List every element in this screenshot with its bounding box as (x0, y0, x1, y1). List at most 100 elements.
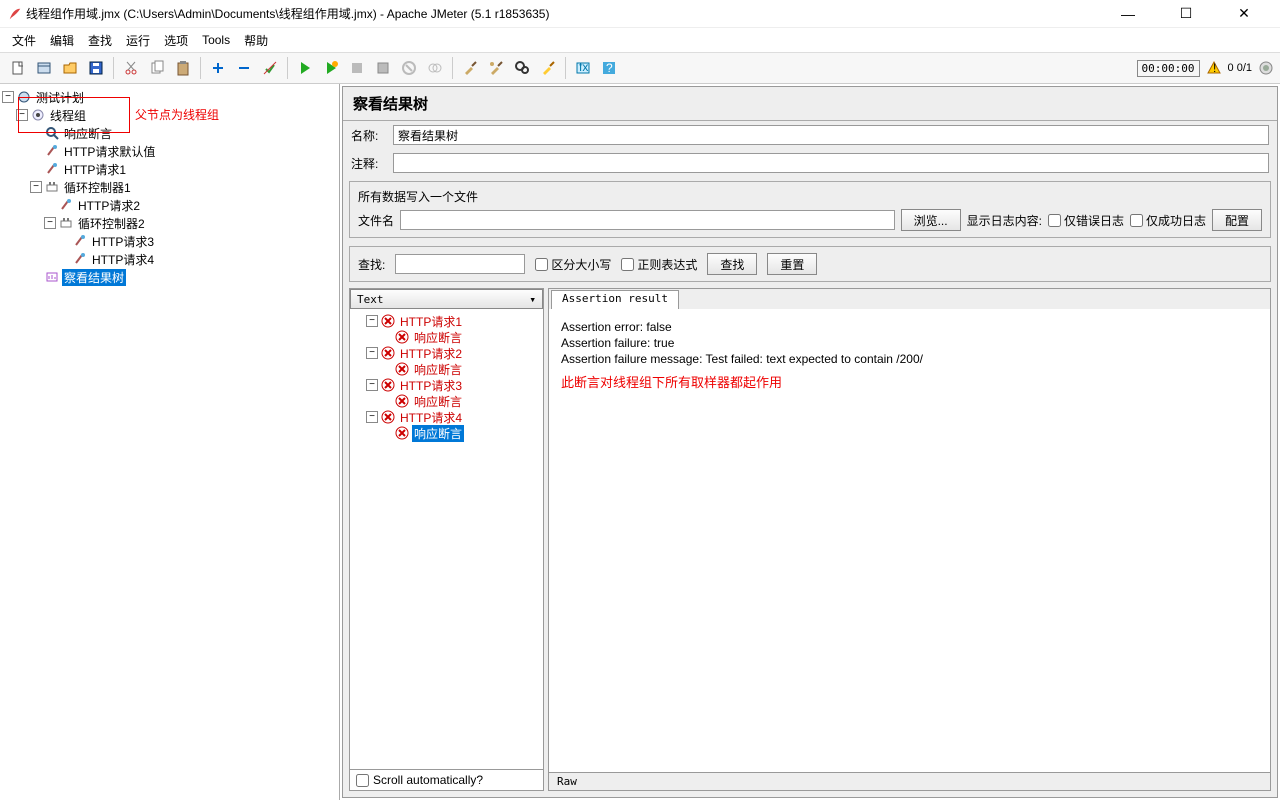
find-button[interactable]: 查找 (707, 253, 757, 275)
test-plan-tree[interactable]: 父节点为线程组 − 测试计划 − 线程组 响应断言 HTTP请求默认 (0, 84, 340, 800)
search-label: 查找: (358, 256, 385, 273)
save-icon[interactable] (84, 56, 108, 80)
collapse-icon[interactable]: − (366, 315, 378, 327)
search-input[interactable] (395, 254, 525, 274)
listener-panel: 察看结果树 名称: 注释: 所有数据写入一个文件 文件名 浏览... 显示日志内… (342, 86, 1278, 798)
copy-icon[interactable] (145, 56, 169, 80)
collapse-icon[interactable]: − (30, 181, 42, 193)
raw-tab[interactable]: Raw (549, 772, 1270, 790)
clear-icon[interactable] (397, 56, 421, 80)
name-label: 名称: (351, 127, 387, 144)
browse-button[interactable]: 浏览... (901, 209, 961, 231)
comment-input[interactable] (393, 153, 1269, 173)
result-sample[interactable]: −HTTP请求2 (352, 345, 541, 361)
menu-tools[interactable]: Tools (196, 31, 236, 49)
error-icon (380, 409, 396, 425)
tab-assertion-result[interactable]: Assertion result (551, 290, 679, 309)
name-input[interactable] (393, 125, 1269, 145)
stop-icon[interactable] (345, 56, 369, 80)
tree-loop-controller-2[interactable]: − 循环控制器2 (2, 214, 337, 232)
fieldset-legend: 所有数据写入一个文件 (358, 188, 1262, 205)
start-icon[interactable] (293, 56, 317, 80)
result-assertion[interactable]: 响应断言 (352, 361, 541, 377)
filename-input[interactable] (400, 210, 895, 230)
window-title: 线程组作用域.jmx (C:\Users\Admin\Documents\线程组… (26, 5, 1108, 22)
tree-http-defaults[interactable]: HTTP请求默认值 (2, 142, 337, 160)
search-bar: 查找: 区分大小写 正则表达式 查找 重置 (349, 246, 1271, 282)
auto-scroll-checkbox[interactable]: Scroll automatically? (350, 769, 543, 790)
assertion-line: Assertion error: false (561, 319, 1258, 335)
search-icon[interactable] (510, 56, 534, 80)
open-icon[interactable] (58, 56, 82, 80)
broom1-icon[interactable] (458, 56, 482, 80)
tree-loop-controller-1[interactable]: − 循环控制器1 (2, 178, 337, 196)
templates-icon[interactable] (32, 56, 56, 80)
jmeter-icon (8, 7, 22, 21)
error-icon (394, 329, 410, 345)
error-icon (380, 345, 396, 361)
close-button[interactable]: ✕ (1224, 4, 1264, 24)
assertion-content: Assertion error: false Assertion failure… (549, 309, 1270, 772)
toggle-icon[interactable] (258, 56, 282, 80)
reset-search-icon[interactable] (536, 56, 560, 80)
menu-options[interactable]: 选项 (158, 30, 194, 51)
tree-http-request-1[interactable]: HTTP请求1 (2, 160, 337, 178)
shutdown-icon[interactable] (371, 56, 395, 80)
result-assertion[interactable]: 响应断言 (352, 425, 541, 441)
collapse-icon[interactable]: − (366, 411, 378, 423)
result-sample[interactable]: −HTTP请求3 (352, 377, 541, 393)
help-icon[interactable]: ? (597, 56, 621, 80)
assertion-line: Assertion failure: true (561, 335, 1258, 351)
results-tree[interactable]: −HTTP请求1响应断言−HTTP请求2响应断言−HTTP请求3响应断言−HTT… (350, 309, 543, 769)
new-icon[interactable] (6, 56, 30, 80)
reset-button[interactable]: 重置 (767, 253, 817, 275)
configure-button[interactable]: 配置 (1212, 209, 1262, 231)
paste-icon[interactable] (171, 56, 195, 80)
result-assertion[interactable]: 响应断言 (352, 329, 541, 345)
view-mode-combo[interactable]: Text (350, 289, 543, 309)
file-fieldset: 所有数据写入一个文件 文件名 浏览... 显示日志内容: 仅错误日志 仅成功日志… (349, 181, 1271, 238)
only-success-checkbox[interactable]: 仅成功日志 (1130, 212, 1206, 229)
collapse-icon[interactable]: − (2, 91, 14, 103)
filename-label: 文件名 (358, 212, 394, 229)
menu-edit[interactable]: 编辑 (44, 30, 80, 51)
tree-http-request-2[interactable]: HTTP请求2 (2, 196, 337, 214)
only-errors-checkbox[interactable]: 仅错误日志 (1048, 212, 1124, 229)
result-assertion[interactable]: 响应断言 (352, 393, 541, 409)
result-sample[interactable]: −HTTP请求4 (352, 409, 541, 425)
broom2-icon[interactable] (484, 56, 508, 80)
annotation-parent: 父节点为线程组 (135, 106, 219, 123)
clear-all-icon[interactable] (423, 56, 447, 80)
warning-icon: ! (1206, 60, 1222, 76)
minimize-button[interactable]: ― (1108, 4, 1148, 24)
collapse-icon[interactable]: − (366, 347, 378, 359)
collapse-icon[interactable]: − (44, 217, 56, 229)
collapse-icon[interactable] (232, 56, 256, 80)
error-icon (394, 393, 410, 409)
menu-run[interactable]: 运行 (120, 30, 156, 51)
status-indicator-icon (1258, 60, 1274, 76)
thread-counter: 0 0/1 (1228, 62, 1252, 74)
collapse-icon[interactable]: − (366, 379, 378, 391)
tree-view-results[interactable]: 察看结果树 (2, 268, 337, 286)
expand-icon[interactable] (206, 56, 230, 80)
svg-text:!: ! (1213, 61, 1216, 75)
tree-http-request-3[interactable]: HTTP请求3 (2, 232, 337, 250)
start-no-pause-icon[interactable] (319, 56, 343, 80)
menu-help[interactable]: 帮助 (238, 30, 274, 51)
menubar: 文件 编辑 查找 运行 选项 Tools 帮助 (0, 28, 1280, 52)
maximize-button[interactable]: ☐ (1166, 4, 1206, 24)
result-sample[interactable]: −HTTP请求1 (352, 313, 541, 329)
timer-display: 00:00:00 (1137, 60, 1200, 77)
titlebar: 线程组作用域.jmx (C:\Users\Admin\Documents\线程组… (0, 0, 1280, 28)
menu-search[interactable]: 查找 (82, 30, 118, 51)
function-icon[interactable]: fx (571, 56, 595, 80)
cut-icon[interactable] (119, 56, 143, 80)
tree-http-request-4[interactable]: HTTP请求4 (2, 250, 337, 268)
menu-file[interactable]: 文件 (6, 30, 42, 51)
results-list-panel: Text −HTTP请求1响应断言−HTTP请求2响应断言−HTTP请求3响应断… (349, 288, 544, 791)
comment-label: 注释: (351, 155, 387, 172)
regex-checkbox[interactable]: 正则表达式 (621, 256, 697, 273)
results-detail-panel: Assertion result Assertion error: false … (548, 288, 1271, 791)
case-sensitive-checkbox[interactable]: 区分大小写 (535, 256, 611, 273)
